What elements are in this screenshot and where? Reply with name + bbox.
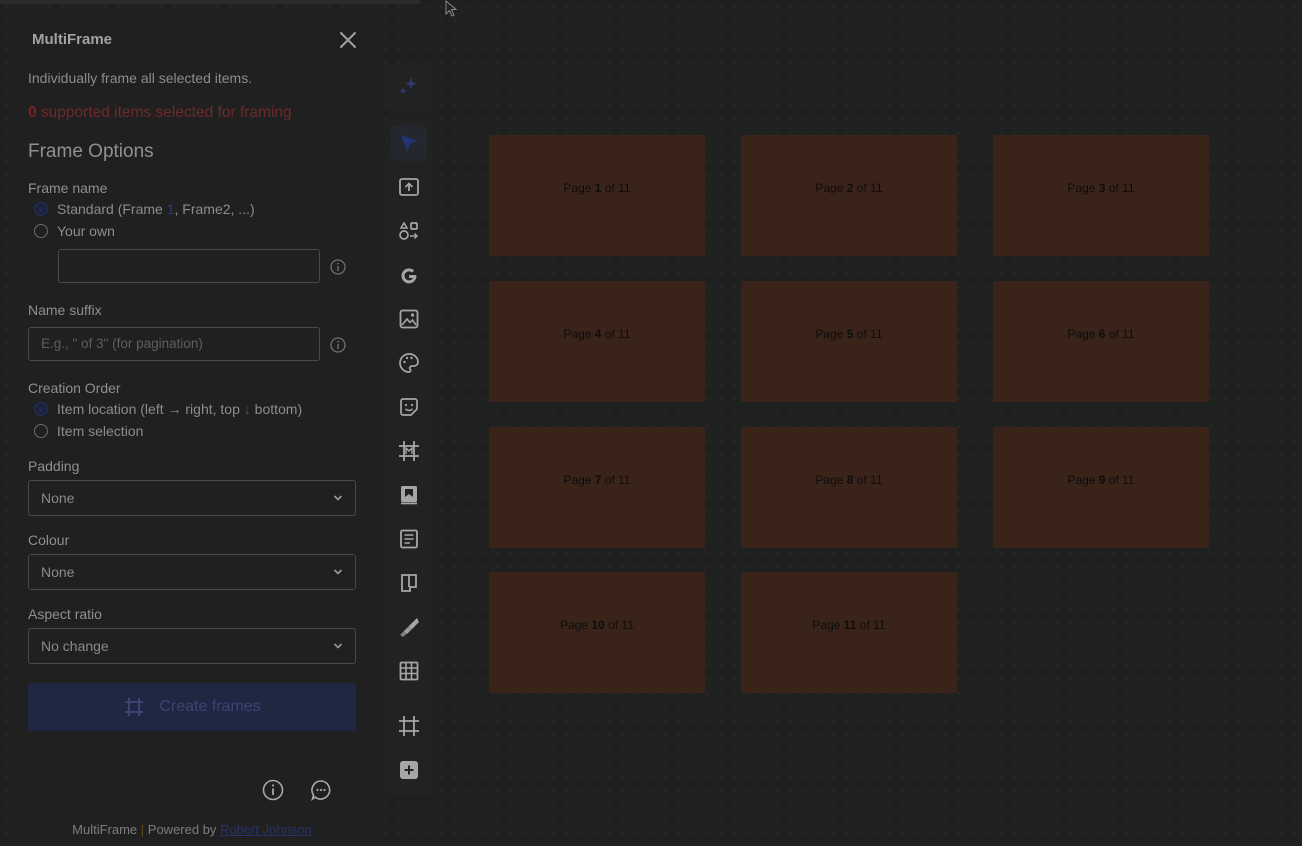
name-suffix-input[interactable]: E.g., " of 3" (for pagination)	[28, 327, 320, 361]
chat-feedback-icon[interactable]	[310, 779, 332, 801]
info-icon[interactable]	[330, 259, 346, 275]
frame-name-label: Frame name	[28, 180, 108, 196]
aspect-ratio-label: Aspect ratio	[28, 606, 102, 622]
chevron-down-icon	[333, 495, 343, 501]
radio-label: Item location (left → right, top ↓ botto…	[57, 401, 303, 417]
page-card-4[interactable]: Page 4 of 11	[489, 281, 705, 402]
multiframe-panel: MultiFrame Individually frame all select…	[8, 12, 376, 846]
radio-label: Item selection	[57, 423, 144, 439]
panel-title: MultiFrame	[32, 31, 113, 48]
page-card-3[interactable]: Page 3 of 11	[993, 135, 1209, 256]
mouse-cursor-icon	[445, 0, 458, 17]
selected-count: 0	[28, 104, 37, 121]
page-label: Page 8 of 11	[815, 473, 883, 487]
credit-line: MultiFrame | Powered by Robert Johnson	[72, 822, 312, 837]
page-card-7[interactable]: Page 7 of 11	[489, 427, 705, 548]
own-frame-name-input[interactable]	[58, 249, 320, 283]
select-arrow-icon[interactable]	[391, 125, 427, 161]
radio-label: Your own	[57, 223, 115, 239]
add-icon[interactable]	[396, 757, 422, 783]
close-icon[interactable]	[338, 30, 358, 50]
info-icon[interactable]	[330, 337, 346, 353]
page-label: Page 10 of 11	[560, 618, 634, 632]
chevron-down-icon	[333, 643, 343, 649]
page-card-6[interactable]: Page 6 of 11	[993, 281, 1209, 402]
create-frames-label: Create frames	[159, 698, 261, 715]
image-icon[interactable]	[396, 306, 422, 332]
book-icon[interactable]	[396, 482, 422, 508]
page-card-9[interactable]: Page 9 of 11	[993, 427, 1209, 548]
colour-select[interactable]: None	[28, 554, 356, 590]
page-label: Page 4 of 11	[563, 327, 631, 341]
chevron-down-icon	[333, 569, 343, 575]
aspect-ratio-value: No change	[41, 638, 109, 654]
info-icon[interactable]	[262, 779, 284, 801]
page-label: Page 3 of 11	[1067, 181, 1135, 195]
sticker-icon[interactable]	[396, 394, 422, 420]
page-label: Page 2 of 11	[815, 181, 883, 195]
page-card-8[interactable]: Page 8 of 11	[741, 427, 957, 548]
doc-icon[interactable]	[396, 526, 422, 552]
padding-select[interactable]: None	[28, 480, 356, 516]
page-card-1[interactable]: Page 1 of 11	[489, 135, 705, 256]
frame-m-icon[interactable]	[396, 438, 422, 464]
radio-order-selection[interactable]: Item selection	[34, 423, 143, 439]
ai-sparkle-icon[interactable]	[396, 72, 422, 98]
page-card-5[interactable]: Page 5 of 11	[741, 281, 957, 402]
radio-indicator[interactable]	[34, 402, 48, 416]
page-label: Page 9 of 11	[1067, 473, 1135, 487]
author-link[interactable]: Robert Johnson	[220, 822, 312, 837]
radio-frame-name-own[interactable]: Your own	[34, 223, 115, 239]
page-card-10[interactable]: Page 10 of 11	[489, 572, 705, 693]
padding-label: Padding	[28, 458, 80, 474]
page-label: Page 1 of 11	[563, 181, 631, 195]
creation-order-label: Creation Order	[28, 380, 121, 396]
page-label: Page 6 of 11	[1067, 327, 1135, 341]
kanban-icon[interactable]	[396, 570, 422, 596]
selection-status: 0 supported items selected for framing	[28, 104, 292, 122]
radio-frame-name-standard[interactable]: Standard (Frame 1, Frame2, ...)	[34, 201, 255, 217]
frame-icon	[125, 698, 144, 716]
radio-order-location[interactable]: Item location (left → right, top ↓ botto…	[34, 401, 302, 417]
page-card-11[interactable]: Page 11 of 11	[741, 572, 957, 693]
frame-options-heading: Frame Options	[28, 141, 154, 162]
panel-description: Individually frame all selected items.	[28, 70, 253, 86]
radio-indicator[interactable]	[34, 224, 48, 238]
page-label: Page 5 of 11	[815, 327, 883, 341]
table-icon[interactable]	[396, 658, 422, 684]
frame-icon[interactable]	[396, 713, 422, 739]
padding-value: None	[41, 490, 75, 506]
jira-icon[interactable]	[396, 614, 422, 640]
top-bar	[0, 0, 420, 4]
name-suffix-label: Name suffix	[28, 302, 102, 318]
create-frames-button[interactable]: Create frames	[28, 683, 356, 731]
page-label: Page 7 of 11	[563, 473, 631, 487]
aspect-ratio-select[interactable]: No change	[28, 628, 356, 664]
upload-icon[interactable]	[396, 174, 422, 200]
radio-label: Standard (Frame 1, Frame2, ...)	[57, 201, 255, 217]
colour-label: Colour	[28, 532, 70, 548]
colour-value: None	[41, 564, 75, 580]
google-icon[interactable]	[396, 263, 422, 289]
selected-text: supported items selected for framing	[36, 104, 292, 121]
page-label: Page 11 of 11	[812, 618, 886, 632]
palette-icon[interactable]	[396, 350, 422, 376]
radio-indicator[interactable]	[34, 202, 48, 216]
page-card-2[interactable]: Page 2 of 11	[741, 135, 957, 256]
shapes-icon[interactable]	[396, 218, 422, 244]
radio-indicator[interactable]	[34, 424, 48, 438]
